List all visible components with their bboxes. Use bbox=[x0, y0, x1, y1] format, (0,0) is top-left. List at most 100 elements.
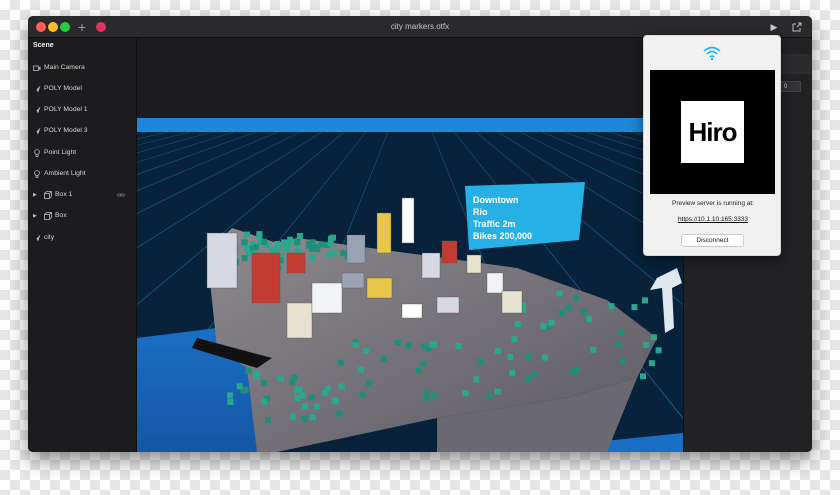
tree-block bbox=[227, 392, 233, 399]
tree-block bbox=[473, 376, 480, 383]
tree-block bbox=[540, 323, 547, 330]
city-scene: Downtown Rio Traffic 2m Bikes 200,000 bbox=[137, 38, 683, 452]
tree-block bbox=[655, 347, 662, 354]
camera-icon bbox=[33, 65, 41, 71]
tree-block bbox=[494, 388, 501, 395]
tree-block bbox=[336, 410, 343, 417]
poly-model-icon bbox=[33, 85, 41, 93]
tree-block bbox=[318, 241, 325, 248]
tree-block bbox=[294, 239, 301, 245]
tree-block bbox=[431, 392, 438, 399]
building-block bbox=[441, 240, 458, 264]
tree-block bbox=[548, 319, 555, 326]
poly-model-icon bbox=[33, 127, 41, 135]
tree-block bbox=[296, 386, 303, 393]
tree-block bbox=[643, 341, 650, 348]
tree-block bbox=[302, 403, 308, 410]
scene-item-poly-model[interactable]: POLY Model bbox=[28, 80, 137, 98]
tree-block bbox=[227, 399, 234, 405]
tree-block bbox=[330, 234, 336, 241]
number-field[interactable]: 0 bbox=[780, 81, 801, 92]
tree-block bbox=[558, 308, 565, 315]
tree-block bbox=[511, 336, 518, 343]
tree-block bbox=[283, 246, 290, 252]
bulb-icon bbox=[34, 149, 40, 157]
tree-block bbox=[477, 358, 484, 365]
tree-block bbox=[241, 239, 248, 246]
tree-block bbox=[256, 233, 263, 240]
tree-block bbox=[261, 380, 267, 387]
scene-item-label: Main Camera bbox=[44, 64, 85, 71]
tree-block bbox=[486, 392, 493, 399]
tree-block bbox=[514, 321, 521, 328]
tree-block bbox=[648, 360, 655, 367]
hiro-marker-inner: Hiro bbox=[681, 101, 744, 163]
building-block bbox=[401, 303, 423, 319]
tree-block bbox=[416, 367, 422, 374]
tree-block bbox=[618, 329, 625, 336]
tree-block bbox=[313, 403, 320, 410]
wifi-icon bbox=[703, 46, 721, 61]
tree-block bbox=[366, 380, 373, 387]
tree-block bbox=[394, 339, 401, 346]
tree-block bbox=[631, 304, 638, 311]
hiro-marker-text: Hiro bbox=[688, 117, 738, 147]
tree-block bbox=[590, 346, 597, 353]
building-block bbox=[486, 272, 504, 294]
scene-item-label: POLY Model 3 bbox=[44, 127, 88, 134]
poly-model-icon bbox=[33, 234, 41, 242]
scene-item-box[interactable]: ▶ Box bbox=[28, 207, 137, 225]
scene-item-city[interactable]: city bbox=[28, 229, 137, 247]
scene-item-label: Box bbox=[55, 212, 67, 219]
tree-block bbox=[580, 308, 587, 315]
tree-block bbox=[357, 366, 364, 373]
tree-block bbox=[311, 244, 318, 251]
bulb-icon bbox=[34, 170, 40, 178]
expand-triangle-icon[interactable]: ▶ bbox=[33, 186, 37, 204]
tree-block bbox=[363, 347, 369, 354]
scene-item-ambient-light[interactable]: Ambient Light bbox=[28, 165, 137, 183]
box-icon bbox=[44, 212, 52, 220]
scene-item-poly-model-3[interactable]: POLY Model 3 bbox=[28, 122, 137, 140]
3d-viewport[interactable]: Downtown Rio Traffic 2m Bikes 200,000 bbox=[137, 38, 683, 452]
scene-item-point-light[interactable]: Point Light bbox=[28, 144, 137, 162]
tree-block bbox=[324, 385, 331, 392]
tree-block bbox=[338, 383, 345, 390]
building-block bbox=[341, 272, 365, 289]
scene-item-poly-model-1[interactable]: POLY Model 1 bbox=[28, 101, 137, 119]
tree-block bbox=[507, 353, 514, 360]
tree-block bbox=[338, 359, 345, 366]
tree-block bbox=[289, 378, 296, 385]
tree-block bbox=[530, 370, 537, 377]
tree-block bbox=[429, 341, 436, 348]
building-block bbox=[206, 232, 238, 289]
building-block bbox=[401, 197, 415, 244]
tree-block bbox=[309, 414, 316, 421]
preview-url-link[interactable]: https://10.1.10.165:3333 bbox=[644, 216, 782, 223]
scene-item-main-camera[interactable]: Main Camera bbox=[28, 59, 137, 77]
tree-block bbox=[509, 369, 516, 376]
billboard-line: Rio bbox=[473, 207, 488, 217]
building-block bbox=[251, 252, 281, 304]
tree-block bbox=[309, 254, 316, 261]
tree-block bbox=[650, 334, 657, 341]
disconnect-button[interactable]: Disconnect bbox=[681, 234, 744, 247]
tree-block bbox=[244, 245, 250, 252]
tree-block bbox=[289, 413, 296, 420]
tree-block bbox=[306, 242, 312, 249]
tree-block bbox=[308, 394, 315, 401]
scene-item-box-1[interactable]: ▶ Box 1 bbox=[28, 186, 137, 204]
tree-block bbox=[244, 231, 250, 238]
play-button[interactable]: ▶ bbox=[768, 20, 780, 34]
tree-block bbox=[615, 340, 622, 347]
poly-model-icon bbox=[33, 106, 41, 114]
tree-block bbox=[420, 360, 427, 367]
tree-block bbox=[642, 297, 648, 304]
tree-block bbox=[541, 354, 548, 361]
expand-triangle-icon[interactable]: ▶ bbox=[33, 207, 37, 225]
tree-block bbox=[380, 355, 387, 362]
share-icon[interactable] bbox=[790, 20, 804, 34]
tree-block bbox=[331, 250, 338, 257]
tree-block bbox=[261, 398, 268, 405]
building-block bbox=[466, 254, 482, 274]
